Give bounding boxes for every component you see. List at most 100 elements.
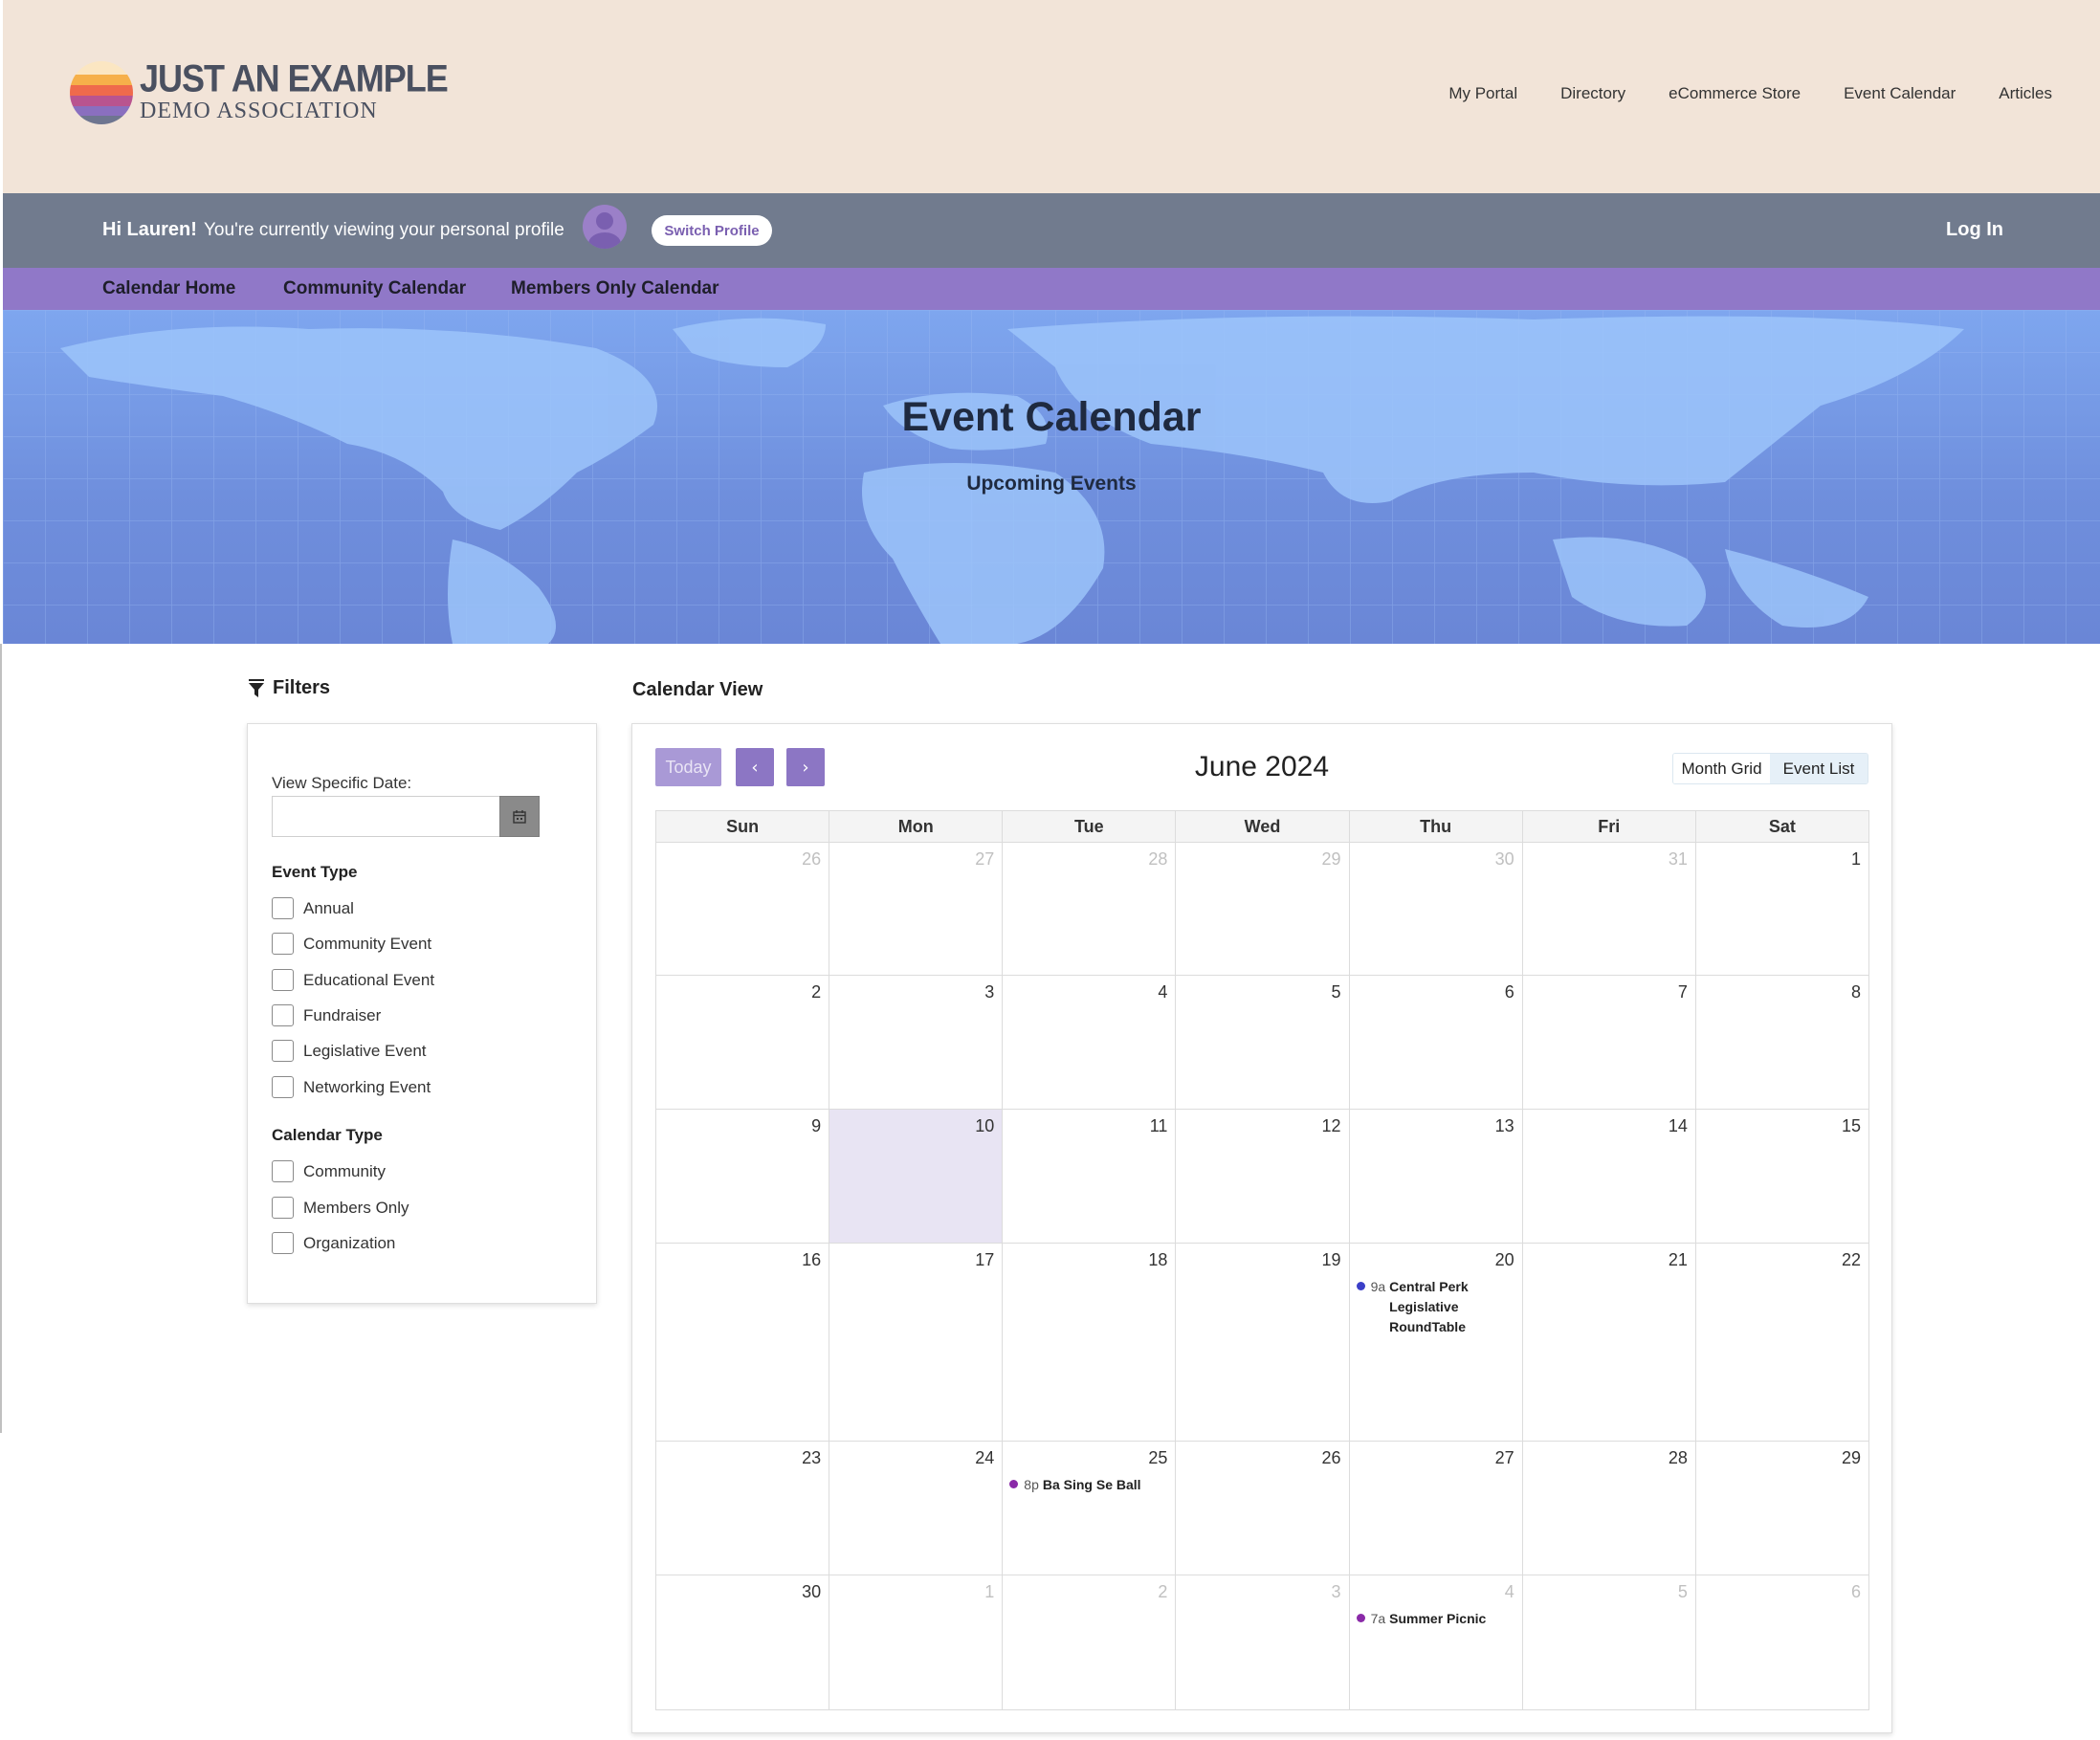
checkbox[interactable]: [272, 1076, 294, 1098]
cal-nav-community-calendar[interactable]: Community Calendar: [283, 278, 466, 299]
calendar-day-cell[interactable]: 2: [1003, 1575, 1177, 1709]
calendar-day-cell[interactable]: 22: [1696, 1244, 1868, 1441]
calendar-day-cell[interactable]: 14: [1523, 1110, 1696, 1243]
calendar-day-cell[interactable]: 4: [1003, 976, 1177, 1109]
calendar-day-cell[interactable]: 3: [829, 976, 1004, 1109]
switch-profile-button[interactable]: Switch Profile: [652, 215, 772, 246]
filter-members-only[interactable]: Members Only: [272, 1197, 409, 1219]
nav-ecommerce-store[interactable]: eCommerce Store: [1669, 84, 1801, 103]
calendar-day-cell[interactable]: 25 8p Ba Sing Se Ball: [1003, 1442, 1177, 1575]
calendar-weeks: 26 27 28 29 30 31 1 2 3 4 5 6 7 8 9 10 11 12 13 14 15 16 17 18 1…: [656, 843, 1868, 1709]
site-header: JUST AN EXAMPLE DEMO ASSOCIATION My Port…: [3, 0, 2100, 193]
weekday-header: Sun Mon Tue Wed Thu Fri Sat: [656, 811, 1868, 843]
calendar-day-cell[interactable]: 5: [1176, 976, 1350, 1109]
filter-community-event[interactable]: Community Event: [272, 933, 431, 955]
calendar-day-cell[interactable]: 28: [1003, 843, 1177, 975]
nav-articles[interactable]: Articles: [1999, 84, 2052, 103]
month-grid-button[interactable]: Month Grid: [1673, 754, 1770, 783]
day-number: 5: [1677, 1582, 1688, 1601]
checkbox[interactable]: [272, 1197, 294, 1219]
date-field-label: View Specific Date:: [272, 774, 412, 792]
date-picker-button[interactable]: [499, 796, 540, 837]
calendar-day-cell-today[interactable]: 10: [829, 1110, 1004, 1243]
calendar-day-cell[interactable]: 20 9a Central Perk Legislative RoundTable: [1350, 1244, 1523, 1441]
calendar-day-cell[interactable]: 6: [1696, 1575, 1868, 1709]
cal-nav-calendar-home[interactable]: Calendar Home: [102, 278, 235, 299]
day-number: 1: [984, 1582, 995, 1601]
filter-educational-event[interactable]: Educational Event: [272, 969, 434, 991]
calendar-event[interactable]: 7a Summer Picnic: [1356, 1609, 1519, 1629]
calendar-day-cell[interactable]: 12: [1176, 1110, 1350, 1243]
calendar-day-cell[interactable]: 1: [1696, 843, 1868, 975]
calendar-day-cell[interactable]: 11: [1003, 1110, 1177, 1243]
calendar-day-cell[interactable]: 16: [656, 1244, 830, 1441]
calendar-day-cell[interactable]: 26: [656, 843, 830, 975]
calendar-day-cell[interactable]: 5: [1523, 1575, 1696, 1709]
checkbox[interactable]: [272, 933, 294, 955]
checkbox-label: Annual: [303, 898, 354, 917]
nav-event-calendar[interactable]: Event Calendar: [1844, 84, 1956, 103]
checkbox[interactable]: [272, 1160, 294, 1182]
calendar-week-row: 30 1 2 3 4 7a Summer Picnic 5 6: [656, 1575, 1868, 1709]
filter-legislative-event[interactable]: Legislative Event: [272, 1040, 427, 1062]
checkbox[interactable]: [272, 969, 294, 991]
day-number: 4: [1504, 1582, 1514, 1601]
calendar-day-cell[interactable]: 26: [1176, 1442, 1350, 1575]
login-link[interactable]: Log In: [1946, 219, 2003, 241]
date-input[interactable]: [272, 796, 499, 837]
filter-annual[interactable]: Annual: [272, 897, 354, 919]
calendar-icon: [513, 809, 526, 824]
checkbox-label: Fundraiser: [303, 1005, 382, 1024]
calendar-view-heading: Calendar View: [632, 679, 763, 700]
calendar-day-cell[interactable]: 18: [1003, 1244, 1177, 1441]
calendar-event[interactable]: 8p Ba Sing Se Ball: [1009, 1475, 1172, 1495]
calendar-day-cell[interactable]: 27: [1350, 1442, 1523, 1575]
avatar-icon[interactable]: [583, 205, 627, 249]
filter-organization[interactable]: Organization: [272, 1232, 395, 1254]
calendar-event[interactable]: 9a Central Perk Legislative RoundTable: [1356, 1277, 1519, 1337]
calendar-day-cell[interactable]: 7: [1523, 976, 1696, 1109]
calendar-day-cell[interactable]: 17: [829, 1244, 1004, 1441]
day-number: 1: [1850, 849, 1861, 869]
event-list-button[interactable]: Event List: [1770, 754, 1868, 783]
filter-fundraiser[interactable]: Fundraiser: [272, 1004, 381, 1026]
left-edge-divider: [0, 644, 2, 1433]
checkbox-label: Members Only: [303, 1198, 409, 1217]
calendar-day-cell[interactable]: 31: [1523, 843, 1696, 975]
filter-community[interactable]: Community: [272, 1160, 386, 1182]
calendar-day-cell[interactable]: 24: [829, 1442, 1004, 1575]
checkbox-label: Networking Event: [303, 1077, 431, 1096]
calendar-day-cell[interactable]: 6: [1350, 976, 1523, 1109]
nav-directory[interactable]: Directory: [1560, 84, 1625, 103]
calendar-day-cell[interactable]: 13: [1350, 1110, 1523, 1243]
calendar-day-cell[interactable]: 28: [1523, 1442, 1696, 1575]
checkbox[interactable]: [272, 1040, 294, 1062]
checkbox[interactable]: [272, 897, 294, 919]
event-dot-icon: [1356, 1282, 1365, 1290]
filters-heading: Filters: [249, 677, 330, 699]
nav-my-portal[interactable]: My Portal: [1448, 84, 1517, 103]
calendar-day-cell[interactable]: 15: [1696, 1110, 1868, 1243]
calendar-day-cell[interactable]: 19: [1176, 1244, 1350, 1441]
site-logo[interactable]: JUST AN EXAMPLE DEMO ASSOCIATION: [70, 59, 449, 124]
calendar-day-cell[interactable]: 27: [829, 843, 1004, 975]
calendar-day-cell[interactable]: 29: [1696, 1442, 1868, 1575]
calendar-day-cell[interactable]: 30: [1350, 843, 1523, 975]
calendar-day-cell[interactable]: 8: [1696, 976, 1868, 1109]
calendar-day-cell[interactable]: 29: [1176, 843, 1350, 975]
day-number: 22: [1841, 1250, 1861, 1269]
day-number: 3: [1331, 1582, 1341, 1601]
calendar-day-cell[interactable]: 23: [656, 1442, 830, 1575]
checkbox[interactable]: [272, 1232, 294, 1254]
calendar-day-cell[interactable]: 9: [656, 1110, 830, 1243]
filter-networking-event[interactable]: Networking Event: [272, 1076, 431, 1098]
checkbox[interactable]: [272, 1004, 294, 1026]
calendar-day-cell[interactable]: 30: [656, 1575, 830, 1709]
cal-nav-members-only-calendar[interactable]: Members Only Calendar: [511, 278, 719, 299]
calendar-day-cell[interactable]: 3: [1176, 1575, 1350, 1709]
calendar-day-cell[interactable]: 4 7a Summer Picnic: [1350, 1575, 1523, 1709]
calendar-day-cell[interactable]: 1: [829, 1575, 1004, 1709]
weekday-label: Thu: [1350, 811, 1523, 842]
calendar-day-cell[interactable]: 21: [1523, 1244, 1696, 1441]
calendar-day-cell[interactable]: 2: [656, 976, 830, 1109]
